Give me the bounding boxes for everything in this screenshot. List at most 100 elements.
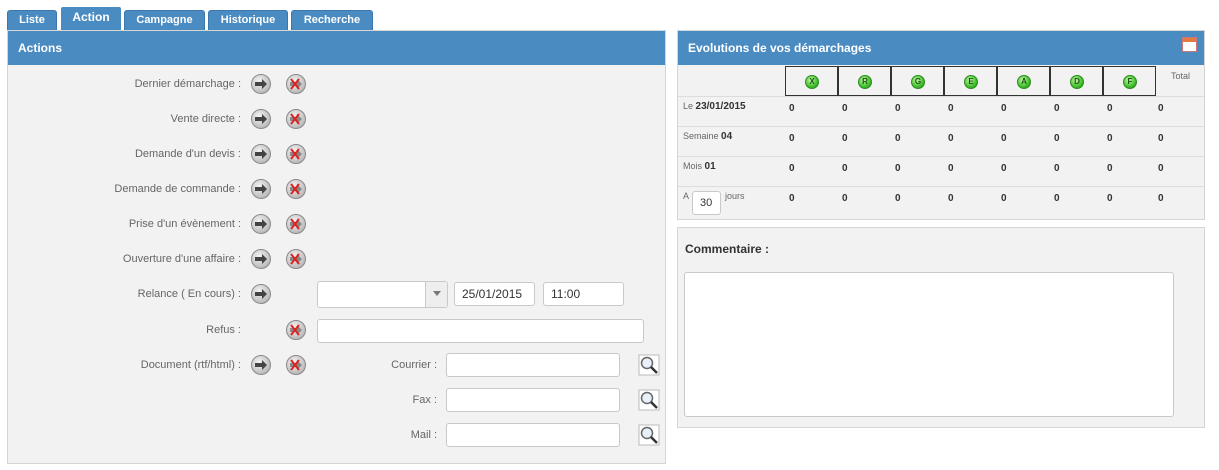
count-cell: 0 xyxy=(948,133,954,144)
count-cell: 0 xyxy=(789,163,795,174)
relance-select[interactable] xyxy=(317,281,448,308)
action-row: Dernier démarchage : xyxy=(8,72,241,96)
tab-liste[interactable]: Liste xyxy=(7,10,57,30)
arrow-right-icon[interactable] xyxy=(251,214,271,234)
tab-campagne[interactable]: Campagne xyxy=(124,10,205,30)
row-period-value: 23/01/2015 xyxy=(695,101,746,112)
count-cell: 0 xyxy=(842,103,848,114)
count-cell: 0 xyxy=(895,163,901,174)
mail-input[interactable] xyxy=(446,423,620,447)
red-x-icon[interactable] xyxy=(286,179,306,199)
count-cell: 0 xyxy=(1107,103,1113,114)
action-row-label: Dernier démarchage : xyxy=(134,78,241,90)
status-icon: R xyxy=(858,75,872,89)
tab-recherche[interactable]: Recherche xyxy=(291,10,373,30)
relance-date-input[interactable]: 25/01/2015 xyxy=(454,282,535,306)
status-column-header: E xyxy=(944,66,997,96)
row-prefix: Semaine xyxy=(683,131,719,141)
magnifier-icon[interactable] xyxy=(638,424,660,446)
action-row: Vente directe : xyxy=(8,107,241,131)
count-cell: 0 xyxy=(948,163,954,174)
action-row: Prise d'un évènement : xyxy=(8,212,241,236)
action-row: Demande d'un devis : xyxy=(8,142,241,166)
count-cell: 0 xyxy=(842,193,848,204)
days-input[interactable]: 30 xyxy=(692,191,721,215)
arrow-right-icon[interactable] xyxy=(251,249,271,269)
arrow-right-icon[interactable] xyxy=(251,144,271,164)
arrow-right-icon[interactable] xyxy=(251,74,271,94)
count-cell: 0 xyxy=(1158,103,1164,114)
arrow-right-icon[interactable] xyxy=(251,109,271,129)
table-divider xyxy=(678,126,1204,127)
count-cell: 0 xyxy=(842,133,848,144)
arrow-right-icon[interactable] xyxy=(251,284,271,304)
count-cell: 0 xyxy=(1054,163,1060,174)
days-suffix: jours xyxy=(725,191,745,201)
magnifier-icon[interactable] xyxy=(638,389,660,411)
table-row-label: A xyxy=(683,191,689,201)
count-cell: 0 xyxy=(1001,193,1007,204)
count-cell: 0 xyxy=(1107,163,1113,174)
action-row-label: Refus : xyxy=(206,324,241,336)
count-cell: 0 xyxy=(1107,193,1113,204)
count-cell: 0 xyxy=(1054,103,1060,114)
status-icon: G xyxy=(911,75,925,89)
action-row: Refus : xyxy=(8,318,241,342)
count-cell: 0 xyxy=(789,133,795,144)
count-cell: 0 xyxy=(948,193,954,204)
status-column-header: A xyxy=(997,66,1050,96)
action-row-label: Vente directe : xyxy=(170,113,241,125)
courrier-input[interactable] xyxy=(446,353,620,377)
table-divider xyxy=(678,96,1204,97)
row-prefix: Le xyxy=(683,101,694,111)
relance-time-input[interactable]: 11:00 xyxy=(543,282,624,306)
red-x-icon[interactable] xyxy=(286,249,306,269)
table-divider xyxy=(678,156,1204,157)
count-cell: 0 xyxy=(895,133,901,144)
comment-panel: Commentaire : xyxy=(677,227,1205,428)
action-row: Relance ( En cours) : xyxy=(8,282,241,306)
row-period-value: 04 xyxy=(721,131,733,142)
mail-label: Mail : xyxy=(410,429,437,441)
status-icon: A xyxy=(1017,75,1031,89)
row-prefix: Mois xyxy=(683,161,703,171)
count-cell: 0 xyxy=(1158,163,1164,174)
action-row-label: Relance ( En cours) : xyxy=(137,288,241,300)
red-x-icon[interactable] xyxy=(286,320,306,340)
actions-panel: Actions Dernier démarchage : Vente direct… xyxy=(7,30,666,464)
fax-input[interactable] xyxy=(446,388,620,412)
action-row-label: Document (rtf/html) : xyxy=(140,359,241,371)
count-cell: 0 xyxy=(842,163,848,174)
status-icon: E xyxy=(964,75,978,89)
red-x-icon[interactable] xyxy=(286,74,306,94)
courrier-label: Courrier : xyxy=(391,359,437,371)
chevron-down-icon xyxy=(425,282,447,307)
status-icon: D xyxy=(1070,75,1084,89)
count-cell: 0 xyxy=(789,193,795,204)
action-row: Document (rtf/html) : xyxy=(8,353,241,377)
magnifier-icon[interactable] xyxy=(638,354,660,376)
red-x-icon[interactable] xyxy=(286,214,306,234)
red-x-icon[interactable] xyxy=(286,109,306,129)
red-x-icon[interactable] xyxy=(286,144,306,164)
arrow-right-icon[interactable] xyxy=(251,355,271,375)
arrow-right-icon[interactable] xyxy=(251,179,271,199)
table-divider xyxy=(678,186,1204,187)
status-column-header: G xyxy=(891,66,944,96)
red-x-icon[interactable] xyxy=(286,355,306,375)
comment-textarea[interactable] xyxy=(684,272,1174,417)
count-cell: 0 xyxy=(1001,103,1007,114)
tab-action[interactable]: Action xyxy=(60,6,122,32)
count-cell: 0 xyxy=(1107,133,1113,144)
refus-input[interactable] xyxy=(317,319,644,343)
fax-label: Fax : xyxy=(412,394,437,406)
count-cell: 0 xyxy=(1158,193,1164,204)
table-row-label: Semaine 04 xyxy=(683,131,732,142)
tab-historique[interactable]: Historique xyxy=(208,10,288,30)
action-row: Ouverture d'une affaire : xyxy=(8,247,241,271)
count-cell: 0 xyxy=(895,193,901,204)
calendar-icon[interactable] xyxy=(1182,37,1197,52)
evolutions-panel-title: Evolutions de vos démarchages xyxy=(678,31,1204,65)
table-row-label: Mois 01 xyxy=(683,161,716,172)
count-cell: 0 xyxy=(948,103,954,114)
